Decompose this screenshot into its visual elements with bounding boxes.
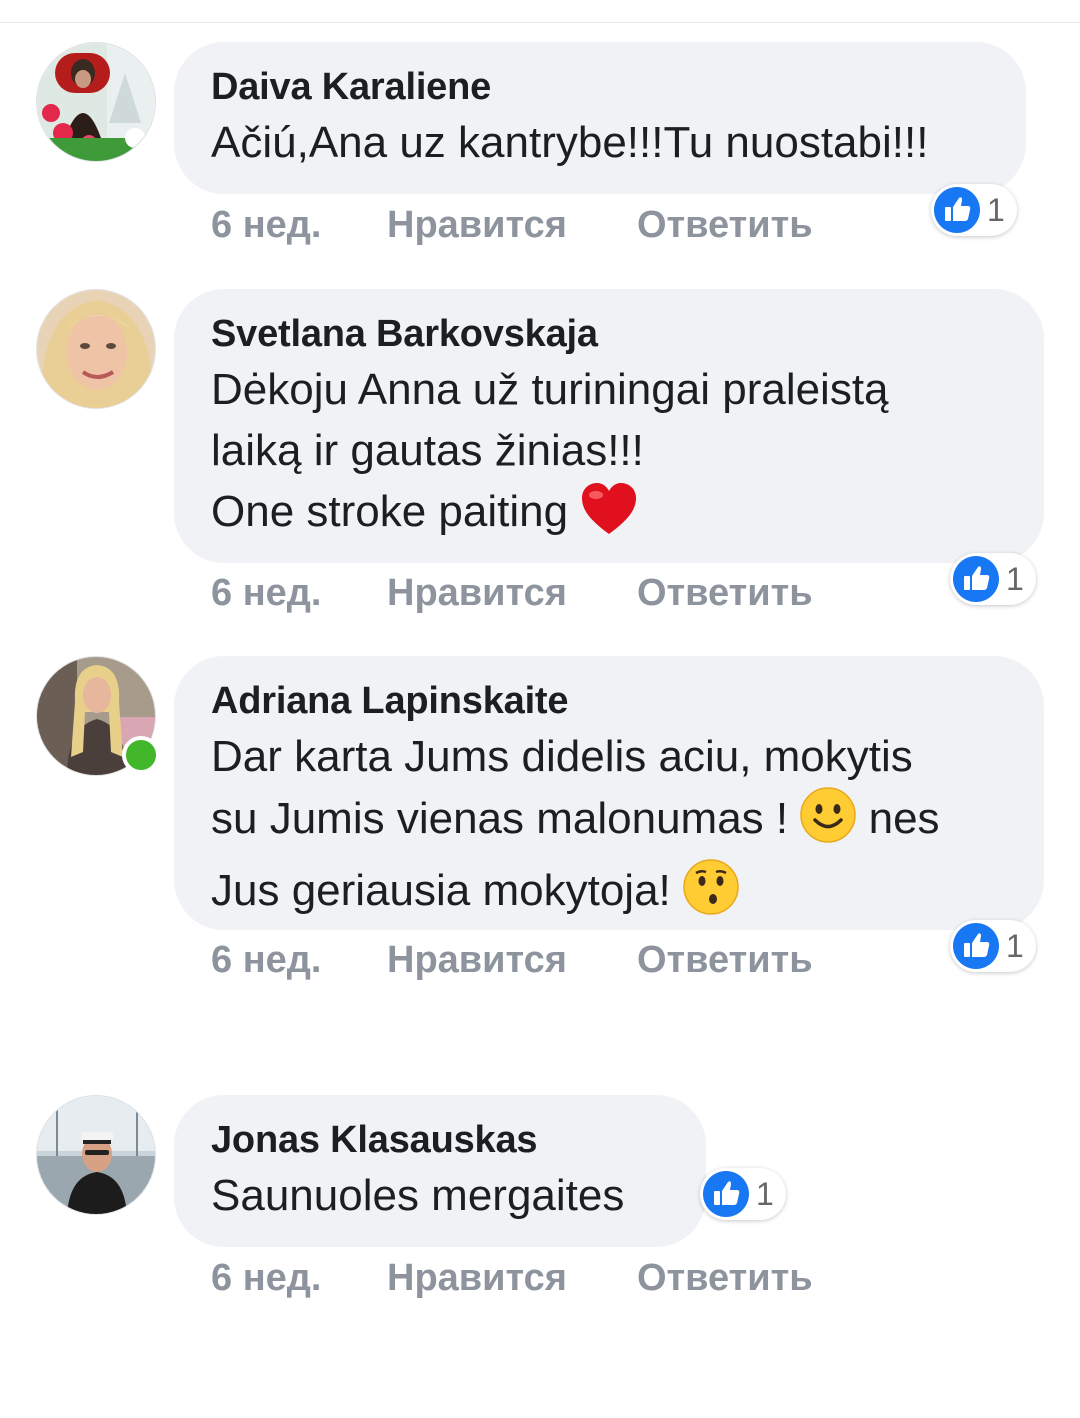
comment-text-line: su Jumis vienas malonumas ! nes — [211, 787, 1008, 859]
kissing-face-emoji — [683, 859, 739, 931]
author-name[interactable]: Jonas Klasauskas — [211, 1117, 670, 1163]
author-name[interactable]: Svetlana Barkovskaja — [211, 311, 1008, 357]
comments-screen: Daiva Karaliene Ačiú,Ana uz kantrybe!!!T… — [0, 0, 1080, 1418]
comment-text-line: Dar karta Jums didelis aciu, mokytis — [211, 732, 913, 781]
comment-time[interactable]: 6 нед. — [211, 572, 321, 615]
reply-link[interactable]: Ответить — [637, 1257, 813, 1300]
avatar[interactable] — [36, 42, 156, 162]
reaction-badge[interactable]: 1 — [931, 184, 1017, 236]
top-divider — [0, 22, 1080, 23]
like-link[interactable]: Нравится — [387, 204, 567, 247]
like-link[interactable]: Нравится — [387, 939, 567, 982]
like-icon — [953, 923, 999, 969]
comment-time[interactable]: 6 нед. — [211, 939, 321, 982]
avatar[interactable] — [36, 1095, 156, 1215]
reply-link[interactable]: Ответить — [637, 939, 813, 982]
comment-text-segment: nes — [868, 794, 940, 843]
comment-bubble[interactable]: Daiva Karaliene Ačiú,Ana uz kantrybe!!!T… — [174, 42, 1026, 194]
author-name[interactable]: Adriana Lapinskaite — [211, 678, 1008, 724]
like-icon — [953, 556, 999, 602]
reaction-badge[interactable]: 1 — [950, 553, 1036, 605]
comment-text-segment: One stroke paiting — [211, 487, 569, 536]
reply-link[interactable]: Ответить — [637, 204, 813, 247]
like-icon — [703, 1171, 749, 1217]
comment-text: Ačiú,Ana uz kantrybe!!!Tu nuostabi!!! — [211, 118, 929, 167]
reaction-count: 1 — [987, 192, 1005, 228]
reaction-badge[interactable]: 1 — [950, 920, 1036, 972]
comment-text-line: One stroke paiting — [211, 481, 1008, 552]
reply-link[interactable]: Ответить — [637, 572, 813, 615]
comment-bubble[interactable]: Svetlana Barkovskaja Dėkoju Anna už turi… — [174, 289, 1044, 563]
heart-emoji — [580, 482, 638, 552]
comment-text: Saunuoles mergaites — [211, 1171, 625, 1220]
reaction-badge[interactable]: 1 — [700, 1168, 786, 1220]
like-link[interactable]: Нравится — [387, 572, 567, 615]
comment-text-line: Dėkoju Anna už turiningai praleistą — [211, 365, 889, 414]
online-status-dot — [122, 736, 160, 774]
reaction-count: 1 — [1006, 928, 1024, 964]
reaction-count: 1 — [1006, 561, 1024, 597]
avatar[interactable] — [36, 289, 156, 409]
comment-text-segment: su Jumis vienas malonumas ! — [211, 794, 789, 843]
comment-bubble[interactable]: Jonas Klasauskas Saunuoles mergaites — [174, 1095, 706, 1247]
smiling-face-emoji — [800, 787, 857, 859]
comment-text-line: Jus geriausia mokytoja! — [211, 859, 1008, 931]
comment-time[interactable]: 6 нед. — [211, 204, 321, 247]
like-link[interactable]: Нравится — [387, 1257, 567, 1300]
comment-text-line: laiką ir gautas žinias!!! — [211, 426, 644, 475]
like-icon — [934, 187, 980, 233]
comment-time[interactable]: 6 нед. — [211, 1257, 321, 1300]
comment-bubble[interactable]: Adriana Lapinskaite Dar karta Jums didel… — [174, 656, 1044, 930]
author-name[interactable]: Daiva Karaliene — [211, 64, 990, 110]
comment-text-segment: Jus geriausia mokytoja! — [211, 866, 671, 915]
reaction-count: 1 — [756, 1176, 774, 1212]
